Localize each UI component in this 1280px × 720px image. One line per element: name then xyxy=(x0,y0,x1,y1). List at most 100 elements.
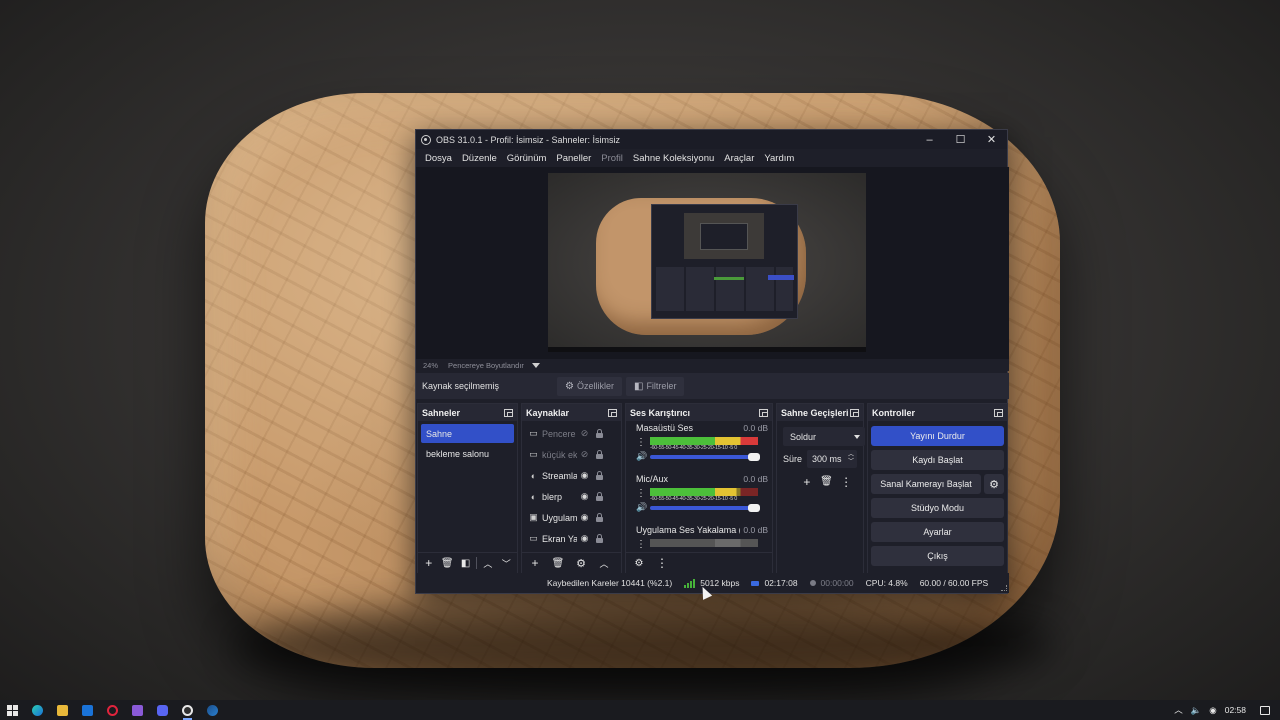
window-capture-icon: ▭ xyxy=(529,449,538,459)
source-properties-button[interactable]: ⚙ xyxy=(571,555,591,572)
scale-mode-label[interactable]: Pencereye Boyutlandır xyxy=(448,361,524,370)
chevron-up-icon[interactable]: ︿ xyxy=(1174,704,1183,716)
volume-icon[interactable]: 🔈 xyxy=(1191,705,1202,716)
volume-slider[interactable] xyxy=(650,452,760,461)
track-menu-icon[interactable]: ⋮ xyxy=(636,488,646,499)
menu-file[interactable]: Dosya xyxy=(420,153,457,164)
mixer-menu-button[interactable]: ⋮ xyxy=(652,555,672,572)
lock-icon[interactable] xyxy=(592,470,607,480)
lock-icon[interactable] xyxy=(592,512,607,522)
add-transition-button[interactable]: + xyxy=(798,473,816,490)
move-scene-down-button[interactable]: ﹀ xyxy=(499,555,514,572)
source-item[interactable]: ▭ Ekran Ya ◉ xyxy=(522,528,621,549)
scene-item-sahne[interactable]: Sahne xyxy=(421,424,514,443)
undock-icon[interactable] xyxy=(608,408,617,417)
remove-scene-button[interactable]: 🗑 xyxy=(439,555,454,572)
eye-hidden-icon[interactable]: ⊘ xyxy=(577,428,592,439)
edge-icon[interactable] xyxy=(25,700,50,720)
transition-menu-button[interactable]: ⋮ xyxy=(837,473,855,490)
source-status: Kaynak seçilmemiş xyxy=(422,381,500,391)
undock-icon[interactable] xyxy=(994,408,1003,417)
menu-view[interactable]: Görünüm xyxy=(502,153,552,164)
undock-icon[interactable] xyxy=(504,408,513,417)
eye-icon[interactable]: ◉ xyxy=(577,512,592,523)
scale-mode-caret-icon[interactable] xyxy=(531,362,540,368)
start-virtual-camera-button[interactable]: Sanal Kamerayı Başlat xyxy=(871,474,981,494)
stop-streaming-button[interactable]: Yayını Durdur xyxy=(871,426,1004,446)
lock-icon[interactable] xyxy=(592,491,607,501)
audio-mixer-dock-title: Ses Karıştırıcı xyxy=(630,407,691,418)
duration-spinbox[interactable]: 300 ms ︿ ﹀ xyxy=(807,450,857,468)
source-item[interactable]: ▭ küçük ek ⊘ xyxy=(522,444,621,465)
add-scene-button[interactable]: + xyxy=(421,555,436,572)
menu-docks[interactable]: Paneller xyxy=(551,153,596,164)
minimize-button[interactable]: – xyxy=(914,130,945,149)
menu-scene-collection[interactable]: Sahne Koleksiyonu xyxy=(628,153,719,164)
eye-icon[interactable]: ◉ xyxy=(577,470,592,481)
speaker-icon[interactable]: 🔊 xyxy=(636,451,647,462)
eye-hidden-icon[interactable]: ⊘ xyxy=(577,449,592,460)
scene-item-bekleme-salonu[interactable]: bekleme salonu xyxy=(421,444,514,463)
source-item[interactable]: ▣ Uygulam ◉ xyxy=(522,507,621,528)
undock-icon[interactable] xyxy=(759,408,768,417)
maximize-button[interactable]: ☐ xyxy=(945,130,976,149)
studio-mode-button[interactable]: Stüdyo Modu xyxy=(871,498,1004,518)
speaker-icon[interactable]: 🔊 xyxy=(636,502,647,513)
menu-edit[interactable]: Düzenle xyxy=(457,153,502,164)
wallpaper-shadow xyxy=(235,600,1055,690)
preview-area[interactable] xyxy=(416,167,1009,359)
volume-meter: -60-55-50-45-40-35-30-25-20-15-10 -5 0 xyxy=(650,487,758,502)
eye-icon[interactable]: ◉ xyxy=(577,533,592,544)
file-explorer-icon[interactable] xyxy=(50,700,75,720)
source-item[interactable]: ▭ Pencere ⊘ xyxy=(522,423,621,444)
lock-icon[interactable] xyxy=(592,449,607,459)
stream-time: 02:17:08 xyxy=(764,578,798,588)
start-button[interactable] xyxy=(0,700,25,720)
settings-button[interactable]: Ayarlar xyxy=(871,522,1004,542)
steam-icon[interactable] xyxy=(200,700,225,720)
transition-select[interactable]: Soldur xyxy=(783,427,865,446)
notification-icon[interactable] xyxy=(1260,705,1270,715)
add-source-button[interactable]: + xyxy=(525,555,545,572)
undock-icon[interactable] xyxy=(850,408,859,417)
preview-canvas[interactable] xyxy=(548,173,866,352)
discord-icon[interactable] xyxy=(150,700,175,720)
spin-arrows-icon[interactable]: ︿ ﹀ xyxy=(848,452,854,466)
advanced-audio-properties-button[interactable]: ⚙ xyxy=(629,555,649,572)
remove-transition-button[interactable]: 🗑 xyxy=(818,473,836,490)
source-item[interactable]: ◐ Streamla ◉ xyxy=(522,465,621,486)
scene-filters-button[interactable]: ◧ xyxy=(458,555,473,572)
move-source-up-button[interactable]: ︿ xyxy=(594,555,614,572)
controls-body: Yayını Durdur Kaydı Başlat Sanal Kameray… xyxy=(868,421,1007,575)
remove-source-button[interactable]: 🗑 xyxy=(548,555,568,572)
volume-slider-knob[interactable] xyxy=(748,452,760,461)
title-bar[interactable]: OBS 31.0.1 - Profil: İsimsiz - Sahneler:… xyxy=(416,130,1007,149)
close-button[interactable]: ✕ xyxy=(976,130,1007,149)
exit-button[interactable]: Çıkış xyxy=(871,546,1004,566)
volume-slider[interactable] xyxy=(650,503,760,512)
properties-button[interactable]: ⚙ Özellikler xyxy=(557,376,622,396)
eye-icon[interactable]: ◉ xyxy=(577,491,592,502)
volume-slider-knob[interactable] xyxy=(748,503,760,512)
visual-studio-icon[interactable] xyxy=(125,700,150,720)
obs-icon[interactable] xyxy=(175,700,200,720)
lock-icon[interactable] xyxy=(592,428,607,438)
menu-tools[interactable]: Araçlar xyxy=(719,153,759,164)
move-scene-up-button[interactable]: ︿ xyxy=(480,555,495,572)
menu-profile[interactable]: Profil xyxy=(596,153,628,164)
opera-gx-icon[interactable] xyxy=(100,700,125,720)
source-item[interactable]: ◐ blerp ◉ xyxy=(522,486,621,507)
menu-help[interactable]: Yardım xyxy=(759,153,799,164)
resize-grip-icon[interactable] xyxy=(1001,585,1007,591)
filters-button[interactable]: ◧ Filtreler xyxy=(625,376,685,396)
clock[interactable]: 02:58 xyxy=(1225,705,1246,715)
track-menu-icon[interactable]: ⋮ xyxy=(636,437,646,448)
outlook-icon[interactable] xyxy=(75,700,100,720)
browser-source-icon: ◐ xyxy=(530,491,537,502)
virtual-camera-settings-gear-icon[interactable]: ⚙ xyxy=(984,474,1004,494)
lock-icon[interactable] xyxy=(592,533,607,543)
track-menu-icon[interactable]: ⋮ xyxy=(636,539,646,550)
start-recording-button[interactable]: Kaydı Başlat xyxy=(871,450,1004,470)
mixer-track: Mic/Aux 0.0 dB ⋮ -60-55-50-45-40-35-30-25… xyxy=(626,472,772,523)
language-icon[interactable]: ◉ xyxy=(1209,705,1216,716)
